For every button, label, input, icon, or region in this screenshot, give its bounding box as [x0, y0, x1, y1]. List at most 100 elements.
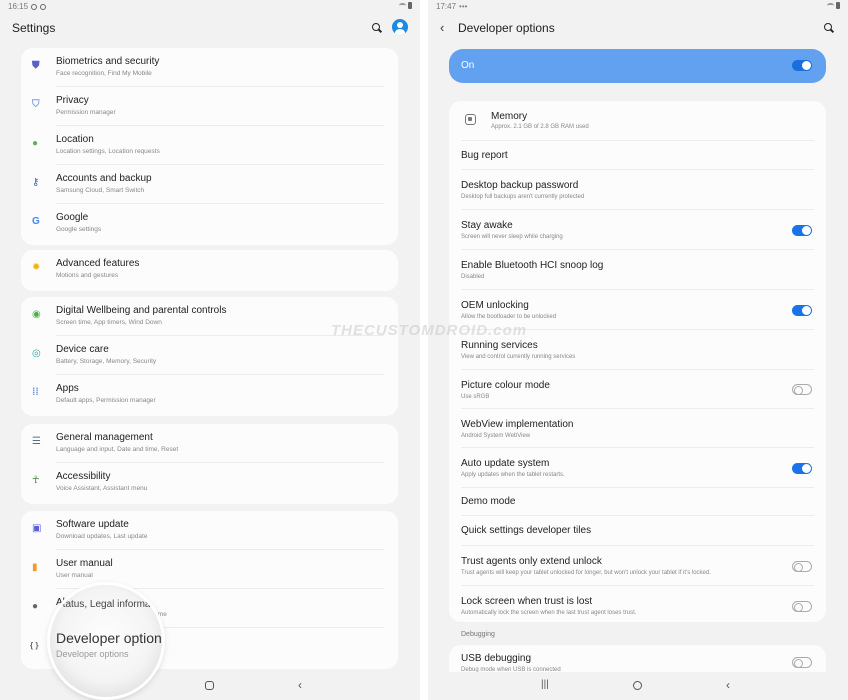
status-bar: 17:47 ••• [428, 0, 848, 14]
back-button[interactable]: ‹ [726, 678, 730, 692]
dev-option-trust-agents-only-extend-unlock[interactable]: Trust agents only extend unlock Trust age… [449, 546, 826, 586]
gear-plus-icon: ✹ [32, 262, 41, 273]
trust-agents-only-extend-unlock-toggle[interactable] [792, 560, 812, 572]
usb-debugging-label: USB debugging [461, 653, 532, 664]
settings-item-software-update[interactable]: ▣ Software update Download updates, Last u… [21, 511, 398, 550]
app-bar: Settings [0, 14, 420, 42]
settings-item-general-management[interactable]: ☰ General management Language and input, D… [21, 424, 398, 463]
magnified-developer-options-label[interactable]: Developer options [56, 630, 162, 646]
dev-option-subtitle: Android System WebView [461, 433, 531, 439]
status-time: 16:15 [8, 2, 29, 11]
settings-item-label: Device care [56, 344, 109, 355]
status-time: 17:47 [436, 2, 457, 11]
settings-item-privacy[interactable]: ⛉ Privacy Permission manager [21, 87, 398, 126]
dev-option-bug-report[interactable]: Bug report [449, 141, 826, 170]
google-icon: G [32, 216, 40, 227]
settings-item-subtitle: Permission manager [56, 109, 116, 116]
settings-item-subtitle: Default apps, Permission manager [56, 397, 156, 404]
nav-bar: ‹ [0, 672, 420, 700]
more-notifications-icon: ••• [459, 2, 468, 11]
battery-icon [408, 2, 412, 9]
dev-option-demo-mode[interactable]: Demo mode [449, 488, 826, 516]
settings-item-user-manual[interactable]: ▮ User manual User manual [21, 550, 398, 589]
back-button[interactable]: ‹ [298, 678, 302, 692]
settings-item-biometrics-and-security[interactable]: ⛊ Biometrics and security Face recognition… [21, 48, 398, 87]
settings-item-advanced-features[interactable]: ✹ Advanced features Motions and gestures [21, 250, 398, 289]
dev-option-webview-implementation[interactable]: WebView implementation Android System Web… [449, 409, 826, 448]
dev-option-label: WebView implementation [461, 419, 574, 430]
settings-item-subtitle: Motions and gestures [56, 272, 119, 279]
dev-option-subtitle: Desktop full backups aren't currently pr… [461, 194, 585, 200]
settings-item-subtitle: Language and input, Date and time, Reset [56, 446, 179, 453]
lock-screen-when-trust-is-lost-toggle[interactable] [792, 600, 812, 612]
dev-option-running-services[interactable]: Running services View and control current… [449, 330, 826, 370]
battery-icon [836, 2, 840, 9]
settings-item-apps[interactable]: ⁞⁞ Apps Default apps, Permission manager [21, 375, 398, 414]
auto-update-system-toggle[interactable] [792, 462, 812, 474]
settings-item-label: Digital Wellbeing and parental controls [56, 305, 227, 316]
dev-option-oem-unlocking[interactable]: OEM unlocking Allow the bootloader to be … [449, 290, 826, 330]
developer-options-master-switch[interactable]: On [449, 49, 826, 83]
dev-option-label: OEM unlocking [461, 300, 529, 311]
dev-option-subtitle: Disabled [461, 274, 485, 280]
settings-item-device-care[interactable]: ◎ Device care Battery, Storage, Memory, Se… [21, 336, 398, 375]
settings-item-subtitle: Battery, Storage, Memory, Security [56, 358, 157, 365]
status-bar: 16:15 [0, 0, 420, 14]
dev-option-subtitle: Automatically lock the screen when the l… [461, 610, 637, 616]
settings-item-google[interactable]: G Google Google settings [21, 204, 398, 243]
usb-debugging-row[interactable]: USB debugging Debug mode when USB is con… [449, 645, 826, 675]
page-title: Settings [12, 21, 56, 35]
account-avatar[interactable] [392, 19, 408, 35]
settings-item-accounts-and-backup[interactable]: ⚷ Accounts and backup Samsung Cloud, Smart… [21, 165, 398, 204]
dev-option-label: Running services [461, 340, 538, 351]
user-manual-icon: ▮ [32, 562, 38, 573]
settings-item-label: Accounts and backup [56, 173, 152, 184]
dev-option-lock-screen-when-trust-is-lost[interactable]: Lock screen when trust is lost Automatica… [449, 586, 826, 626]
memory-chip-icon [465, 114, 476, 125]
settings-screen: 16:15 Settings ⛊ Biometrics and security F… [0, 0, 420, 700]
home-button[interactable] [633, 681, 642, 690]
app-bar: ‹ Developer options [428, 14, 848, 42]
shield-icon: ⛊ [32, 60, 40, 71]
device-care-icon: ◎ [32, 348, 41, 359]
master-switch-label: On [461, 60, 475, 71]
oem-unlocking-toggle[interactable] [792, 304, 812, 316]
back-arrow-icon[interactable]: ‹ [440, 20, 444, 35]
dev-option-stay-awake[interactable]: Stay awake Screen will never sleep while … [449, 210, 826, 250]
settings-item-label: Advanced features [56, 258, 140, 269]
dev-option-subtitle: Use sRGB [461, 394, 490, 400]
developer-options-screen: 17:47 ••• ‹ Developer options On Memory … [428, 0, 848, 700]
search-icon[interactable] [824, 23, 834, 33]
dev-option-quick-settings-developer-tiles[interactable]: Quick settings developer tiles [449, 516, 826, 546]
settings-item-digital-wellbeing-and-parental-controls[interactable]: ◉ Digital Wellbeing and parental controls… [21, 297, 398, 336]
picture-colour-mode-toggle[interactable] [792, 384, 812, 395]
recent-apps-button[interactable]: ||| [541, 679, 549, 690]
settings-group: ☰ General management Language and input, D… [21, 424, 398, 504]
settings-item-label: Privacy [56, 95, 89, 106]
settings-group: ✹ Advanced features Motions and gestures [21, 250, 398, 291]
dev-option-label: Quick settings developer tiles [461, 525, 592, 536]
usb-debugging-toggle[interactable] [792, 657, 812, 668]
dev-option-desktop-backup-password[interactable]: Desktop backup password Desktop full back… [449, 170, 826, 210]
dev-option-subtitle: Trust agents will keep your tablet unloc… [461, 570, 711, 576]
settings-item-location[interactable]: ● Location Location settings, Location req… [21, 126, 398, 165]
settings-item-accessibility[interactable]: ☥ Accessibility Voice Assistant, Assistant… [21, 463, 398, 502]
location-pin-icon: ● [32, 138, 39, 149]
software-update-icon: ▣ [32, 523, 42, 534]
dev-option-picture-colour-mode[interactable]: Picture colour mode Use sRGB [449, 370, 826, 409]
settings-item-subtitle: Location settings, Location requests [56, 148, 160, 155]
settings-group: ◉ Digital Wellbeing and parental controls… [21, 297, 398, 416]
master-toggle[interactable] [792, 60, 812, 71]
dev-option-subtitle: Screen will never sleep while charging [461, 234, 563, 240]
settings-item-subtitle: Face recognition, Find My Mobile [56, 70, 152, 77]
search-icon[interactable] [372, 23, 382, 33]
wifi-icon [827, 3, 834, 8]
privacy-shield-icon: ⛉ [32, 99, 40, 110]
dev-option-subtitle: Apply updates when the tablet restarts. [461, 472, 565, 478]
stay-awake-toggle[interactable] [792, 224, 812, 236]
dev-option-enable-bluetooth-hci-snoop-log[interactable]: Enable Bluetooth HCI snoop log Disabled [449, 250, 826, 290]
home-button[interactable] [205, 681, 214, 690]
memory-row[interactable]: Memory Approx. 2.1 GB of 2.8 GB RAM used [449, 101, 826, 141]
dev-option-auto-update-system[interactable]: Auto update system Apply updates when the… [449, 448, 826, 488]
settings-item-label: User manual [56, 558, 113, 569]
